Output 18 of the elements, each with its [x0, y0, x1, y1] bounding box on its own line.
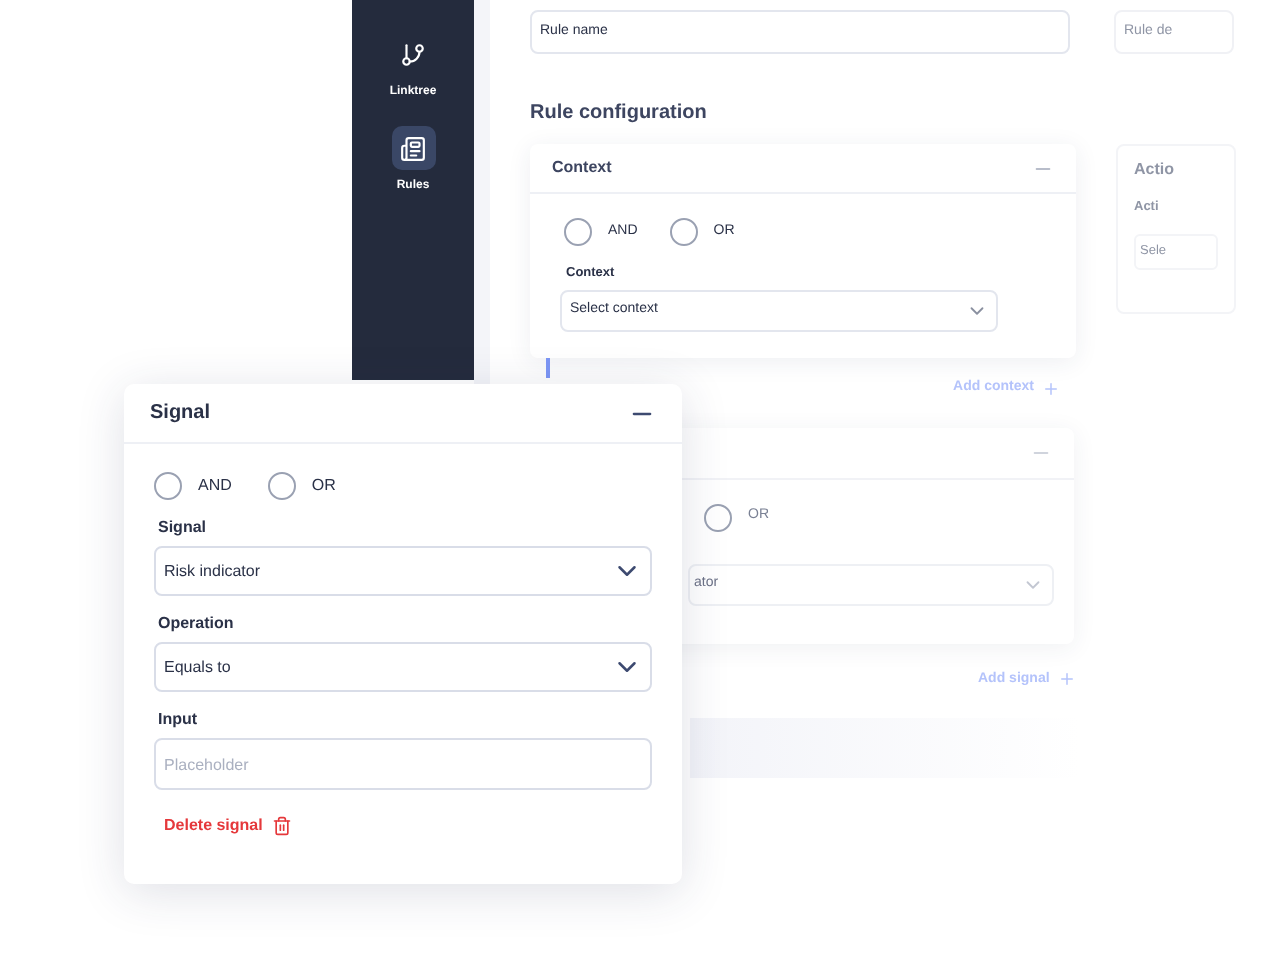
radio-option[interactable]: OR [267, 472, 336, 500]
list-icon [400, 135, 426, 161]
card-title: Signal [150, 400, 211, 428]
card-title: Actio [1134, 158, 1176, 182]
field-label: Input [158, 708, 200, 732]
card-title: Context [552, 156, 612, 180]
section-title: Rule configuration [530, 100, 709, 128]
branch-icon [400, 41, 426, 67]
plus-icon [1042, 379, 1060, 398]
select-field[interactable]: Risk indicator [154, 546, 652, 596]
radio-option[interactable]: AND [154, 472, 232, 500]
trash-icon [272, 816, 293, 836]
plus-icon [1057, 670, 1076, 689]
select-field[interactable]: Equals to [154, 642, 652, 692]
delete-signal-button[interactable]: Delete signal [164, 814, 293, 838]
input-field[interactable]: Placeholder [154, 738, 652, 790]
field-label: Signal [158, 516, 209, 540]
field-label: Operation [158, 612, 236, 636]
